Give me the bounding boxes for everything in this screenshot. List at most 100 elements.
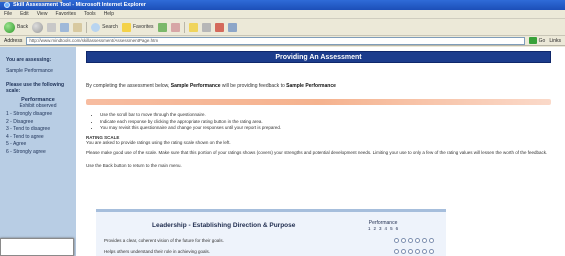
intro-text: By completing the assessment below, Samp… bbox=[86, 83, 551, 89]
toolbar: Back Search Favorites bbox=[0, 19, 565, 36]
legend-subtitle: Exhibit observed bbox=[19, 103, 57, 109]
rating-radio-group bbox=[394, 238, 434, 243]
address-label: Address bbox=[4, 37, 23, 44]
discuss-icon[interactable] bbox=[227, 22, 237, 32]
back-note: Use the Back button to return to the mai… bbox=[86, 162, 182, 168]
scale-numbers: 1 2 3 4 5 6 bbox=[368, 226, 398, 231]
scale-number: 5 bbox=[390, 226, 393, 231]
scale-number: 6 bbox=[395, 226, 399, 231]
menu-edit[interactable]: Edit bbox=[20, 11, 29, 17]
sidebar-heading: Please use the following scale: bbox=[6, 82, 65, 94]
instruction-item: You may revisit this questionnaire and c… bbox=[100, 125, 551, 130]
scale-item: 3 - Tend to disagree bbox=[6, 126, 51, 132]
back-arrow-icon bbox=[4, 21, 15, 33]
search-button[interactable]: Search bbox=[91, 22, 118, 32]
assessment-item: Helps others understand their role in ac… bbox=[104, 249, 211, 254]
ie-icon bbox=[4, 2, 10, 8]
intro-target: Sample Performance bbox=[286, 83, 336, 89]
search-label: Search bbox=[102, 24, 118, 30]
scale-number: 3 bbox=[379, 226, 382, 231]
sidebar-title: You are assessing: bbox=[6, 57, 52, 63]
rating-radio[interactable] bbox=[401, 249, 406, 254]
media-icon[interactable] bbox=[157, 22, 167, 32]
address-bar: Address http://www.mindtools.com/skillas… bbox=[0, 36, 565, 46]
menu-favorites[interactable]: Favorites bbox=[55, 11, 76, 17]
rating-radio[interactable] bbox=[429, 249, 434, 254]
page-title: Providing An Assessment bbox=[86, 51, 551, 63]
forward-arrow-icon[interactable] bbox=[32, 21, 44, 33]
instruction-item: Indicate each response by clicking the a… bbox=[100, 119, 551, 124]
scale-item: 1 - Strongly disagree bbox=[6, 111, 53, 117]
go-label: Go bbox=[538, 37, 546, 44]
address-input[interactable]: http://www.mindtools.com/skillassessment… bbox=[26, 36, 525, 45]
favorites-label: Favorites bbox=[132, 24, 154, 30]
toolbar-separator bbox=[183, 21, 185, 33]
scale-number: 1 bbox=[368, 226, 371, 231]
scale-item: 6 - Strongly agree bbox=[6, 148, 46, 155]
menu-file[interactable]: File bbox=[4, 11, 12, 17]
toolbar-separator bbox=[86, 21, 88, 33]
back-label: Back bbox=[17, 24, 29, 30]
assessment-item: Provides a clear, coherent vision of the… bbox=[104, 238, 224, 243]
scale-list: 1 - Strongly disagree 2 - Disagree 3 - T… bbox=[6, 111, 70, 155]
rating-radio[interactable] bbox=[394, 238, 399, 243]
star-icon bbox=[121, 22, 131, 32]
intro-name: Sample Performance bbox=[170, 83, 221, 89]
refresh-icon[interactable] bbox=[60, 22, 70, 32]
favorites-button[interactable]: Favorites bbox=[121, 22, 154, 32]
address-url: http://www.mindtools.com/skillassessment… bbox=[29, 38, 159, 43]
performance-label: Performance bbox=[368, 220, 398, 226]
main-panel: Providing An Assessment By completing th… bbox=[86, 47, 551, 256]
mail-icon[interactable] bbox=[188, 22, 198, 32]
assessment-row: Provides a clear, coherent vision of the… bbox=[104, 238, 434, 243]
menu-help[interactable]: Help bbox=[104, 11, 114, 17]
guidance-paragraph: Please make good use of the scale. Make … bbox=[86, 150, 548, 155]
overlay-edge bbox=[0, 0, 62, 2]
search-icon bbox=[91, 22, 101, 32]
go-arrow-icon bbox=[528, 37, 537, 44]
sidebar: You are assessing: Sample Performance Pl… bbox=[0, 47, 76, 256]
rating-radio[interactable] bbox=[422, 238, 427, 243]
menu-bar: File Edit View Favorites Tools Help bbox=[0, 10, 565, 19]
page-content: You are assessing: Sample Performance Pl… bbox=[0, 47, 565, 256]
scale-number: 2 bbox=[373, 226, 377, 231]
rating-radio[interactable] bbox=[429, 238, 434, 243]
links-label[interactable]: Links bbox=[549, 38, 561, 44]
intro-mid: will be providing feedback to bbox=[221, 83, 285, 89]
go-button[interactable]: Go bbox=[528, 37, 546, 44]
scale-item: 5 - Agree bbox=[6, 141, 27, 147]
scale-item: 2 - Disagree bbox=[6, 118, 34, 125]
instruction-item: Use the scroll bar to move through the q… bbox=[100, 112, 551, 117]
edit-icon[interactable] bbox=[214, 22, 224, 32]
rating-radio[interactable] bbox=[408, 249, 413, 254]
performance-header: Performance 1 2 3 4 5 6 bbox=[368, 220, 398, 231]
home-icon[interactable] bbox=[73, 22, 83, 32]
rating-radio-group bbox=[394, 249, 434, 254]
overlay-card bbox=[0, 238, 74, 256]
title-bar: Skill Assessment Tool - Microsoft Intern… bbox=[0, 0, 565, 10]
menu-tools[interactable]: Tools bbox=[84, 11, 96, 17]
rating-radio[interactable] bbox=[422, 249, 427, 254]
highlight-bar bbox=[86, 99, 551, 105]
instructions-list: Use the scroll bar to move through the q… bbox=[100, 112, 551, 130]
stop-icon[interactable] bbox=[47, 22, 57, 32]
scale-number: 4 bbox=[384, 226, 388, 231]
menu-view[interactable]: View bbox=[37, 11, 48, 17]
rating-radio[interactable] bbox=[408, 238, 413, 243]
history-icon[interactable] bbox=[170, 22, 180, 32]
scale-legend: Performance Exhibit observed 1 - Strongl… bbox=[6, 97, 70, 155]
section-title: Leadership - Establishing Direction & Pu… bbox=[152, 222, 296, 229]
back-button[interactable]: Back bbox=[4, 21, 29, 33]
scale-item: 4 - Tend to agree bbox=[6, 133, 44, 140]
assessment-row: Helps others understand their role in ac… bbox=[104, 249, 434, 254]
sidebar-subject: Sample Performance bbox=[6, 68, 53, 74]
rating-radio[interactable] bbox=[401, 238, 406, 243]
window-title: Skill Assessment Tool - Microsoft Intern… bbox=[13, 2, 146, 8]
print-icon[interactable] bbox=[201, 22, 211, 32]
rating-radio[interactable] bbox=[415, 238, 420, 243]
intro-prefix: By completing the assessment below, bbox=[86, 83, 170, 89]
rating-scale-note: You are asked to provide ratings using t… bbox=[86, 140, 231, 145]
rating-radio[interactable] bbox=[415, 249, 420, 254]
rating-radio[interactable] bbox=[394, 249, 399, 254]
assessment-section: Leadership - Establishing Direction & Pu… bbox=[96, 209, 446, 256]
